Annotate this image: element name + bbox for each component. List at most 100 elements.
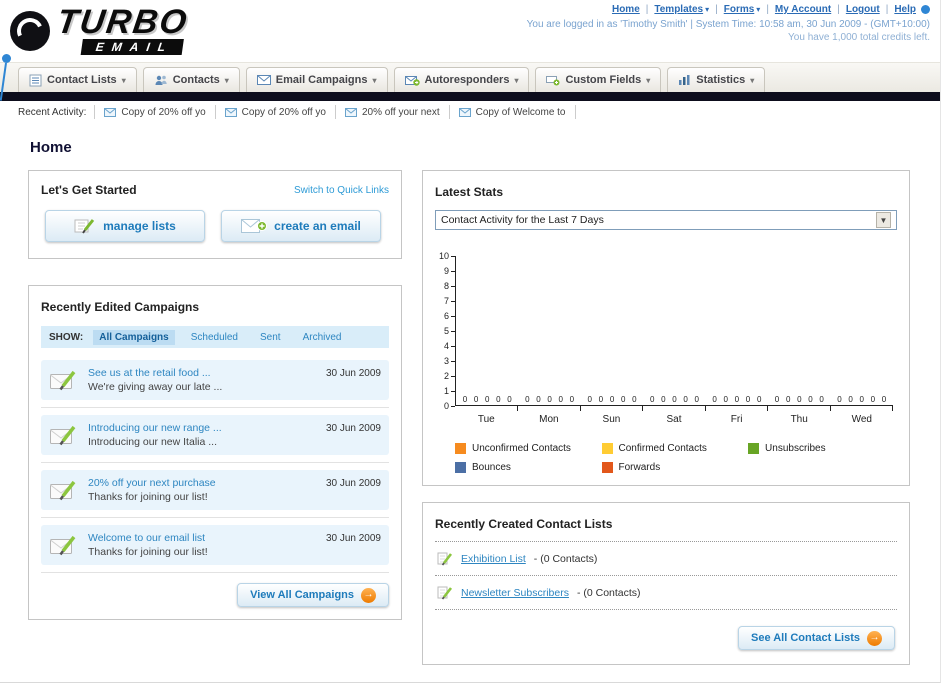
top-nav-logout[interactable]: Logout bbox=[831, 4, 880, 15]
top-nav-templates[interactable]: Templates▾ bbox=[640, 4, 709, 15]
create-email-button[interactable]: create an email bbox=[221, 210, 381, 242]
see-all-contact-lists-button[interactable]: See All Contact Lists → bbox=[737, 626, 895, 650]
campaign-title-link[interactable]: 20% off your next purchase bbox=[88, 477, 216, 489]
campaign-row: 20% off your next purchase Thanks for jo… bbox=[41, 470, 389, 510]
tab-custom-fields[interactable]: Custom Fields ▾ bbox=[535, 67, 662, 92]
pencil-icon bbox=[437, 586, 453, 600]
legend-item: Unsubscribes bbox=[748, 443, 895, 454]
manage-lists-label: manage lists bbox=[103, 219, 176, 233]
campaign-date: 30 Jun 2009 bbox=[325, 368, 381, 379]
contact-list-item: Newsletter Subscribers - (0 Contacts) bbox=[435, 576, 897, 610]
campaigns-filter-bar: SHOW: All Campaigns Scheduled Sent Archi… bbox=[41, 326, 389, 348]
envelope-icon bbox=[224, 107, 237, 117]
legend-item: Bounces bbox=[455, 462, 602, 473]
chevron-down-icon: ▾ bbox=[224, 75, 229, 85]
x-axis-label: Fri bbox=[730, 414, 743, 425]
left-column: Let's Get Started Switch to Quick Links … bbox=[28, 170, 402, 620]
envelope-icon bbox=[344, 107, 357, 117]
chart-y-axis: 10 9 8 7 6 5 4 3 2 1 0 bbox=[439, 252, 455, 411]
tab-label: Autoresponders bbox=[424, 74, 510, 86]
campaign-subtitle: Thanks for joining our list! bbox=[88, 546, 208, 558]
see-all-contact-lists-label: See All Contact Lists bbox=[750, 632, 860, 644]
contact-list-detail: - (0 Contacts) bbox=[533, 552, 598, 565]
tab-label: Contact Lists bbox=[47, 74, 117, 86]
top-nav-home[interactable]: Home bbox=[612, 4, 640, 15]
view-all-campaigns-label: View All Campaigns bbox=[250, 589, 354, 601]
tab-email-campaigns[interactable]: Email Campaigns ▾ bbox=[245, 67, 388, 92]
recent-activity-label: Recent Activity: bbox=[18, 106, 87, 118]
chevron-down-icon: ▾ bbox=[514, 75, 519, 85]
campaign-row: See us at the retail food ... We're givi… bbox=[41, 360, 389, 400]
tab-label: Email Campaigns bbox=[275, 74, 368, 86]
campaign-title-link[interactable]: Introducing our new range ... bbox=[88, 422, 222, 434]
tab-statistics[interactable]: Statistics ▾ bbox=[667, 67, 766, 92]
pencil-list-icon bbox=[74, 219, 95, 234]
tab-contacts[interactable]: Contacts ▾ bbox=[142, 67, 240, 92]
page-title: Home bbox=[30, 139, 72, 156]
filter-scheduled[interactable]: Scheduled bbox=[185, 330, 244, 345]
arrow-right-icon: → bbox=[361, 587, 376, 603]
recent-activity-bar: Recent Activity: Copy of 20% off yo Copy… bbox=[0, 101, 940, 123]
recently-edited-campaigns-panel: Recently Edited Campaigns SHOW: All Camp… bbox=[28, 285, 402, 620]
campaign-date: 30 Jun 2009 bbox=[325, 533, 381, 544]
envelope-icon bbox=[458, 107, 471, 117]
bar-chart-icon bbox=[679, 75, 690, 85]
campaign-subtitle: Thanks for joining our list! bbox=[88, 491, 208, 503]
top-nav-my-account[interactable]: My Account bbox=[760, 4, 831, 15]
envelope-icon bbox=[104, 107, 117, 117]
recent-activity-item[interactable]: Copy of 20% off yo bbox=[94, 105, 214, 119]
manage-lists-button[interactable]: manage lists bbox=[45, 210, 205, 242]
autoresponder-icon bbox=[404, 75, 420, 86]
recent-activity-item[interactable]: Copy of Welcome to bbox=[448, 105, 576, 119]
top-nav-forms[interactable]: Forms▾ bbox=[709, 4, 761, 15]
tab-autoresponders[interactable]: Autoresponders ▾ bbox=[393, 67, 530, 92]
x-axis-label: Tue bbox=[477, 414, 495, 425]
email-edit-icon bbox=[50, 425, 76, 446]
tab-label: Contacts bbox=[172, 74, 220, 86]
filter-all-campaigns[interactable]: All Campaigns bbox=[93, 329, 175, 345]
campaigns-panel-title: Recently Edited Campaigns bbox=[41, 300, 200, 314]
header-right: Home Templates▾ Forms▾ My Account Logout… bbox=[527, 4, 930, 43]
custom-field-icon bbox=[546, 76, 560, 86]
legend-swatch bbox=[455, 462, 466, 473]
blue-dot-icon bbox=[921, 5, 930, 14]
contact-list-item: Exhibition List - (0 Contacts) bbox=[435, 542, 897, 576]
recent-activity-item[interactable]: Copy of 20% off yo bbox=[214, 105, 335, 119]
campaign-row: Welcome to our email list Thanks for joi… bbox=[41, 525, 389, 565]
logo-text: TURBO EMAIL bbox=[52, 3, 191, 56]
legend-swatch bbox=[455, 443, 466, 454]
value-labels: 00000 bbox=[837, 395, 887, 404]
campaign-date: 30 Jun 2009 bbox=[325, 423, 381, 434]
stats-period-dropdown[interactable]: Contact Activity for the Last 7 Days ▼ bbox=[435, 210, 897, 230]
x-axis-label: Thu bbox=[790, 414, 808, 425]
chart-category-group: 00000 bbox=[768, 256, 831, 411]
get-started-panel: Let's Get Started Switch to Quick Links … bbox=[28, 170, 402, 259]
right-column: Latest Stats Contact Activity for the La… bbox=[422, 170, 910, 665]
contact-list-link[interactable]: Newsletter Subscribers bbox=[461, 587, 569, 599]
legend-item: Confirmed Contacts bbox=[601, 443, 749, 454]
contact-activity-chart: 10 9 8 7 6 5 4 3 2 1 0 000000000000000000000000000… bbox=[439, 252, 895, 473]
main-nav-tabbar: Contact Lists ▾ Contacts ▾ Email Campaig… bbox=[0, 62, 940, 92]
filter-archived[interactable]: Archived bbox=[297, 330, 348, 345]
campaign-title-link[interactable]: Welcome to our email list bbox=[88, 532, 208, 544]
view-all-campaigns-button[interactable]: View All Campaigns → bbox=[237, 583, 389, 607]
switch-quick-links-link[interactable]: Switch to Quick Links bbox=[294, 185, 389, 196]
legend-item: Unconfirmed Contacts bbox=[455, 443, 602, 454]
chevron-down-icon: ▾ bbox=[750, 75, 755, 85]
campaign-row: Introducing our new range ... Introducin… bbox=[41, 415, 389, 455]
value-labels: 00000 bbox=[649, 395, 699, 404]
get-started-title: Let's Get Started bbox=[41, 183, 137, 197]
chart-legend: Unconfirmed Contacts Confirmed Contacts Un… bbox=[455, 443, 895, 473]
email-edit-icon bbox=[50, 535, 76, 556]
filter-sent[interactable]: Sent bbox=[254, 330, 287, 345]
contact-lists-icon bbox=[29, 74, 42, 86]
value-labels: 00000 bbox=[587, 395, 637, 404]
stats-period-value: Contact Activity for the Last 7 Days bbox=[441, 214, 604, 226]
top-nav-help[interactable]: Help bbox=[880, 4, 930, 15]
campaign-title-link[interactable]: See us at the retail food ... bbox=[88, 367, 222, 379]
value-labels: 00000 bbox=[462, 395, 512, 404]
recent-activity-item[interactable]: 20% off your next bbox=[334, 105, 449, 119]
contact-list-link[interactable]: Exhibition List bbox=[461, 553, 526, 565]
tab-contact-lists[interactable]: Contact Lists ▾ bbox=[18, 67, 137, 92]
session-info: You are logged in as 'Timothy Smith' | S… bbox=[526, 19, 930, 30]
